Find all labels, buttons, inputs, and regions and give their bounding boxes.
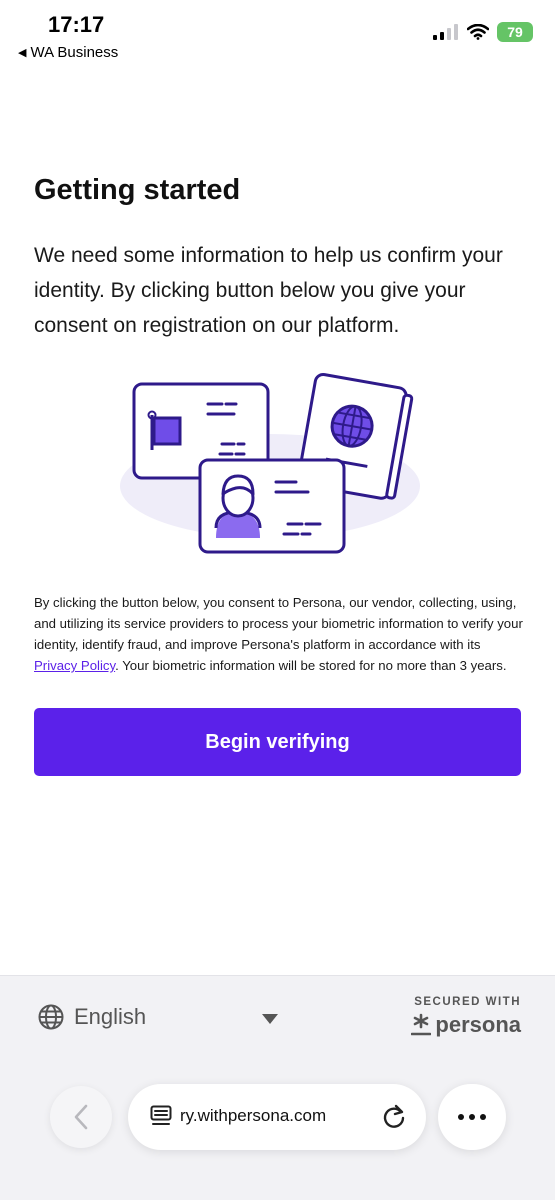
status-bar: 17:17 ◀ WA Business 79 [0,0,555,70]
chevron-down-icon[interactable] [262,1014,278,1024]
back-triangle-icon: ◀ [18,47,27,59]
privacy-policy-link[interactable]: Privacy Policy [34,658,115,673]
language-label: English [74,1004,147,1029]
address-bar[interactable]: ry.withpersona.com [128,1084,426,1150]
battery-icon: 79 [497,22,533,42]
id-documents-illustration [120,373,420,554]
more-icon [458,1114,464,1120]
more-icon [469,1114,475,1120]
more-icon [480,1114,486,1120]
battery-level: 79 [507,24,523,40]
persona-asterisk-icon [411,1013,432,1036]
back-arrow-icon [74,1104,88,1130]
more-button[interactable] [438,1084,506,1150]
secured-label: SECURED WITH [414,996,521,1008]
back-app-label: WA Business [30,44,119,61]
brand-name: persona [435,1012,521,1037]
begin-verifying-button[interactable]: Begin verifying [34,708,521,776]
reload-icon[interactable] [382,1104,406,1130]
url-text[interactable]: ry.withpersona.com [180,1106,326,1126]
wifi-icon [467,24,489,40]
footer: English SECURED WITH persona ry.withpers… [0,975,555,1200]
page-title: Getting started [34,174,241,206]
status-time: 17:17 [48,12,105,37]
reader-icon[interactable] [150,1105,172,1127]
signal-icon [433,24,458,40]
status-icons: 79 [433,22,533,42]
browser-back-button[interactable] [50,1086,112,1148]
consent-text-part: By clicking the button below, you consen… [34,595,523,652]
secured-with-badge: SECURED WITH persona [411,996,521,1038]
persona-brand: persona [411,1012,521,1038]
consent-text: By clicking the button below, you consen… [34,592,524,676]
globe-icon [38,1004,64,1030]
language-selector[interactable]: English [38,1004,146,1030]
consent-text-part: . Your biometric information will be sto… [115,658,507,673]
intro-text: We need some information to help us conf… [34,244,503,337]
back-to-app-link[interactable]: ◀ WA Business [18,44,118,61]
